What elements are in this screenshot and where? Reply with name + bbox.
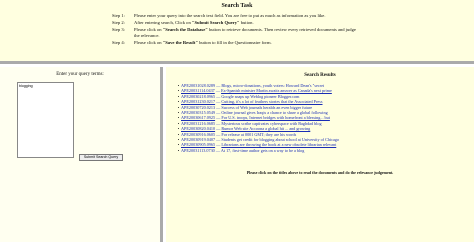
results-frame: Search Results • APE20031028.0289 — Blogs…	[166, 67, 474, 242]
step-1: Step 1: Please enter your query into the…	[112, 13, 362, 19]
instruction-steps: Step 1: Please enter your query into the…	[112, 13, 362, 46]
results-list: • APE20031028.0289 — Blogs, micro-donatio…	[176, 83, 466, 153]
result-title-link[interactable]: For release at 0001 GMT; they are his wo…	[221, 132, 296, 137]
step-text: Please click on "Search the Database" bu…	[134, 27, 362, 39]
step-label: Step 2:	[112, 19, 125, 25]
result-title-link[interactable]: For U.S. troops, Internet bridges with h…	[221, 115, 330, 120]
query-frame: Enter your query terms: Submit Search Qu…	[0, 67, 163, 242]
result-title-link[interactable]: Online journal gives Iraqis a chance to …	[221, 110, 327, 115]
search-task-frame: Search Task Step 1: Please enter your qu…	[0, 0, 474, 64]
search-task-title: Search Task	[221, 3, 253, 9]
result-title-link[interactable]: Rumor Web site Accoona a global hit ... …	[221, 126, 310, 131]
step-2: Step 2: After entering search, Click on …	[112, 20, 362, 26]
step-text: After entering search, Click on "Submit …	[134, 20, 362, 26]
step-text-part: After entering search, Click on	[134, 19, 192, 25]
result-title-link[interactable]: Mysterious scribe captivates cyberspace …	[221, 121, 321, 126]
result-id-link[interactable]: APE20031028.0289	[181, 83, 215, 88]
step-text-part: Please click on	[134, 39, 163, 45]
result-title-link[interactable]: Ex-Spanish minister Martin awaits answer…	[221, 88, 332, 93]
result-title-link[interactable]: Students get credit for blogging about s…	[221, 137, 339, 142]
result-title-link[interactable]: At 17, first-time author gets on a way t…	[221, 148, 305, 153]
step-label: Step 3:	[112, 26, 125, 32]
step-text-part: button to fill in the Questionnaire form…	[197, 39, 272, 45]
result-id-link[interactable]: APE20030720.0213	[181, 105, 215, 110]
result-id-link[interactable]: APE20030820.0410	[181, 126, 215, 131]
results-footer-note: Please click on the titles above to read…	[246, 170, 394, 175]
step-emphasis: "Save the Result"	[162, 39, 198, 45]
step-3: Step 3: Please click on "Search the Data…	[112, 27, 362, 39]
step-label: Step 4:	[112, 39, 125, 45]
step-text: Please enter your query into the search …	[134, 13, 326, 18]
result-id-link[interactable]: APE20030916.0605	[181, 132, 215, 137]
result-title-link[interactable]: Cutting, it's a lot of feathers stories …	[221, 99, 322, 104]
result-id-link[interactable]: APE20031113.0730	[181, 148, 215, 153]
query-label: Enter your query terms:	[56, 72, 104, 77]
step-text-part: button.	[239, 19, 254, 25]
result-id-link[interactable]: APE20031216.0685	[181, 121, 215, 126]
result-item: • APE20031113.0730 — At 17, first-time au…	[176, 148, 466, 153]
step-text-part: Please click on	[134, 26, 163, 32]
result-title-link[interactable]: Librarians are throwing the book at a ne…	[221, 142, 336, 147]
step-emphasis: "Search the Database"	[162, 26, 208, 32]
result-title-link[interactable]: Blogs, micro-donations, youth voters: Ho…	[221, 83, 324, 88]
result-id-link[interactable]: APE20031114.0437	[181, 88, 215, 93]
result-id-link[interactable]: APE20030919.0407	[181, 137, 215, 142]
submit-search-query-button[interactable]: Submit Search Query	[79, 154, 123, 161]
result-id-link[interactable]: APE20030905.0965	[181, 142, 215, 147]
step-text: Please click on "Save the Result" button…	[134, 40, 362, 46]
step-4: Step 4: Please click on "Save the Result…	[112, 40, 362, 46]
result-id-link[interactable]: APE20031230.0217	[181, 99, 215, 104]
step-label: Step 1:	[112, 13, 125, 18]
step-emphasis: "Submit Search Query"	[191, 19, 240, 25]
result-id-link[interactable]: APE20030315.0549	[181, 110, 215, 115]
query-input[interactable]	[17, 82, 74, 158]
result-title-link[interactable]: Success of Web journals heralds an even …	[221, 105, 312, 110]
result-id-link[interactable]: APE20030218.0965	[181, 94, 215, 99]
result-id-link[interactable]: APE20030617.0925	[181, 115, 215, 120]
result-title-link[interactable]: Google snaps up Weblog pioneer Blogger.c…	[221, 94, 299, 99]
results-title: Search Results	[304, 73, 336, 78]
